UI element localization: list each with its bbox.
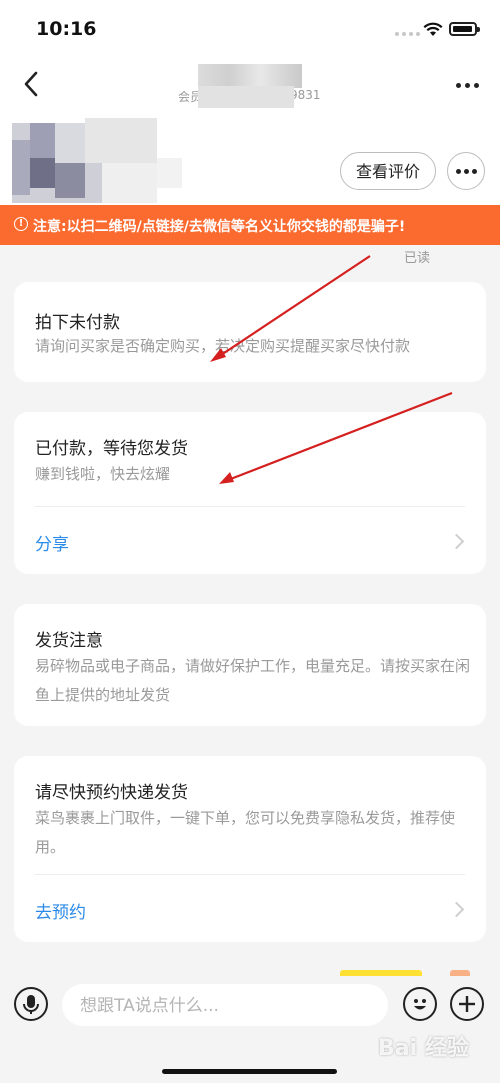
message-input-bar bbox=[0, 970, 500, 1083]
home-indicator[interactable] bbox=[162, 1069, 337, 1074]
card-title: 已付款，等待您发货 bbox=[35, 439, 188, 459]
card-description: 菜鸟裹裹上门取件，一键下单，您可以免费享隐私发货，推荐使用。 bbox=[35, 809, 456, 856]
view-review-button[interactable]: 查看评价 bbox=[340, 152, 436, 190]
warning-icon: ! bbox=[14, 217, 28, 231]
card-title: 拍下未付款 bbox=[35, 313, 120, 333]
plus-icon[interactable] bbox=[450, 987, 484, 1021]
message-text-input[interactable] bbox=[78, 984, 372, 1028]
cellular-signal-icon bbox=[395, 32, 420, 36]
card-description: 请询问买家是否确定购买，若决定购买提醒买家尽快付款 bbox=[35, 337, 411, 355]
message-input[interactable] bbox=[62, 984, 388, 1028]
card-paid-awaiting-shipment[interactable]: 已付款，等待您发货 赚到钱啦，快去炫耀 分享 bbox=[14, 412, 486, 574]
status-time: 10:16 bbox=[36, 18, 97, 40]
divider bbox=[35, 874, 465, 875]
book-courier-link[interactable]: 去预约 bbox=[35, 898, 86, 923]
microphone-icon[interactable] bbox=[14, 987, 48, 1021]
more-dots-icon bbox=[456, 169, 477, 174]
blurred-user-name bbox=[198, 64, 302, 88]
warning-text: 注意:以扫二维码/点链接/去微信等名义让你交钱的都是骗子! bbox=[33, 219, 406, 235]
blurred-member-id bbox=[198, 86, 294, 108]
card-book-courier[interactable]: 请尽快预约快递发货 菜鸟裹裹上门取件，一键下单，您可以免费享隐私发货，推荐使用。… bbox=[14, 756, 486, 942]
more-icon[interactable] bbox=[456, 83, 479, 88]
battery-icon bbox=[449, 22, 480, 36]
nav-bar: 会员 9831 bbox=[0, 58, 500, 113]
baidu-jingyan-watermark: Bai 经验 bbox=[378, 1036, 469, 1061]
quick-action-tag bbox=[450, 970, 470, 976]
fraud-warning-banner: ! 注意:以扫二维码/点链接/去微信等名义让你交钱的都是骗子! bbox=[0, 205, 500, 245]
chevron-right-icon bbox=[448, 533, 465, 550]
more-options-button[interactable] bbox=[447, 152, 485, 190]
card-shipping-notice[interactable]: 发货注意 易碎物品或电子商品，请做好保护工作，电量充足。请按买家在闲鱼上提供的地… bbox=[14, 604, 486, 726]
blurred-product-image[interactable] bbox=[12, 118, 182, 203]
quick-action-tag bbox=[340, 970, 422, 976]
product-header: 查看评价 bbox=[0, 113, 500, 205]
back-arrow-icon[interactable] bbox=[18, 70, 46, 98]
emoji-icon[interactable] bbox=[403, 987, 437, 1021]
card-unpaid[interactable]: 拍下未付款 请询问买家是否确定购买，若决定购买提醒买家尽快付款 bbox=[14, 282, 486, 382]
card-title: 请尽快预约快递发货 bbox=[35, 783, 188, 803]
card-title: 发货注意 bbox=[35, 631, 103, 651]
member-id-suffix: 9831 bbox=[290, 88, 321, 102]
card-description: 赚到钱啦，快去炫耀 bbox=[35, 465, 171, 483]
card-description: 易碎物品或电子商品，请做好保护工作，电量充足。请按买家在闲鱼上提供的地址发货 bbox=[35, 657, 471, 704]
wifi-icon bbox=[423, 22, 443, 36]
chevron-right-icon bbox=[448, 901, 465, 918]
status-bar: 10:16 bbox=[0, 0, 500, 58]
read-status: 已读 bbox=[404, 251, 431, 266]
divider bbox=[35, 506, 465, 507]
share-link[interactable]: 分享 bbox=[35, 530, 69, 555]
